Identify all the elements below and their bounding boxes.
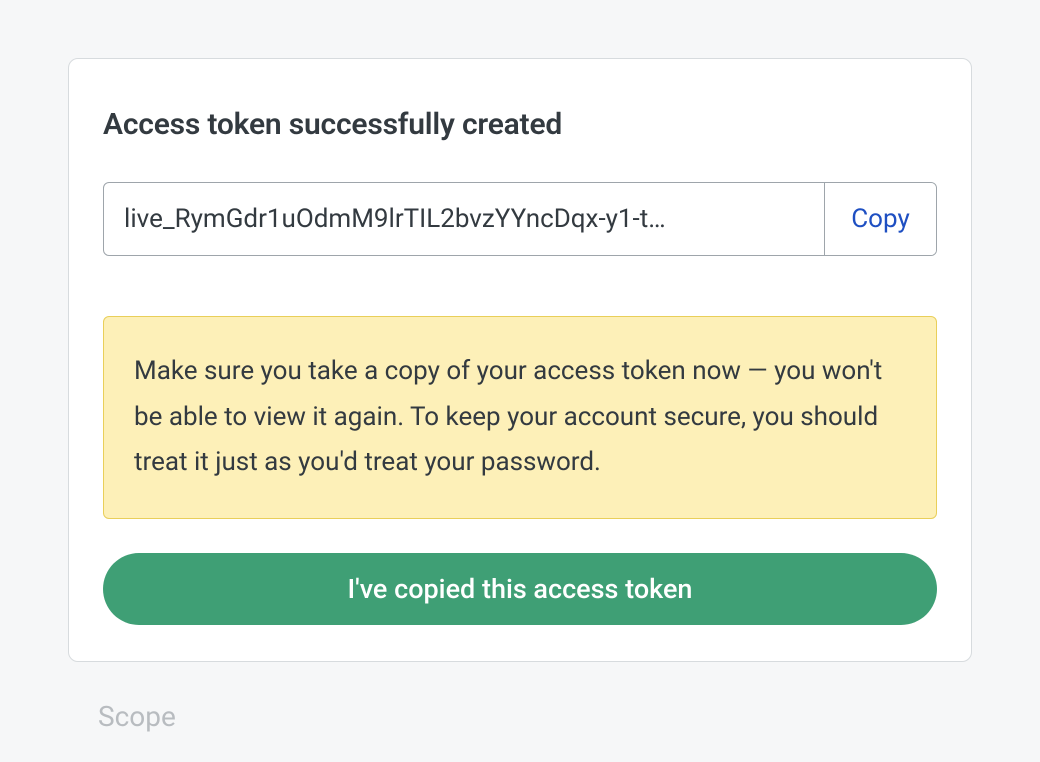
token-value-display[interactable]: live_RymGdr1uOdmM9lrTIL2bvzYYncDqx-y1-t…: [104, 183, 824, 255]
backdrop-scope-label: Scope: [98, 700, 176, 733]
copy-button[interactable]: Copy: [824, 183, 936, 255]
warning-text: Make sure you take a copy of your access…: [134, 349, 906, 486]
modal-title: Access token successfully created: [103, 107, 937, 142]
access-token-created-modal: Access token successfully created live_R…: [68, 58, 972, 662]
warning-banner: Make sure you take a copy of your access…: [103, 316, 937, 519]
token-row: live_RymGdr1uOdmM9lrTIL2bvzYYncDqx-y1-t……: [103, 182, 937, 256]
confirm-copied-button[interactable]: I've copied this access token: [103, 553, 937, 625]
